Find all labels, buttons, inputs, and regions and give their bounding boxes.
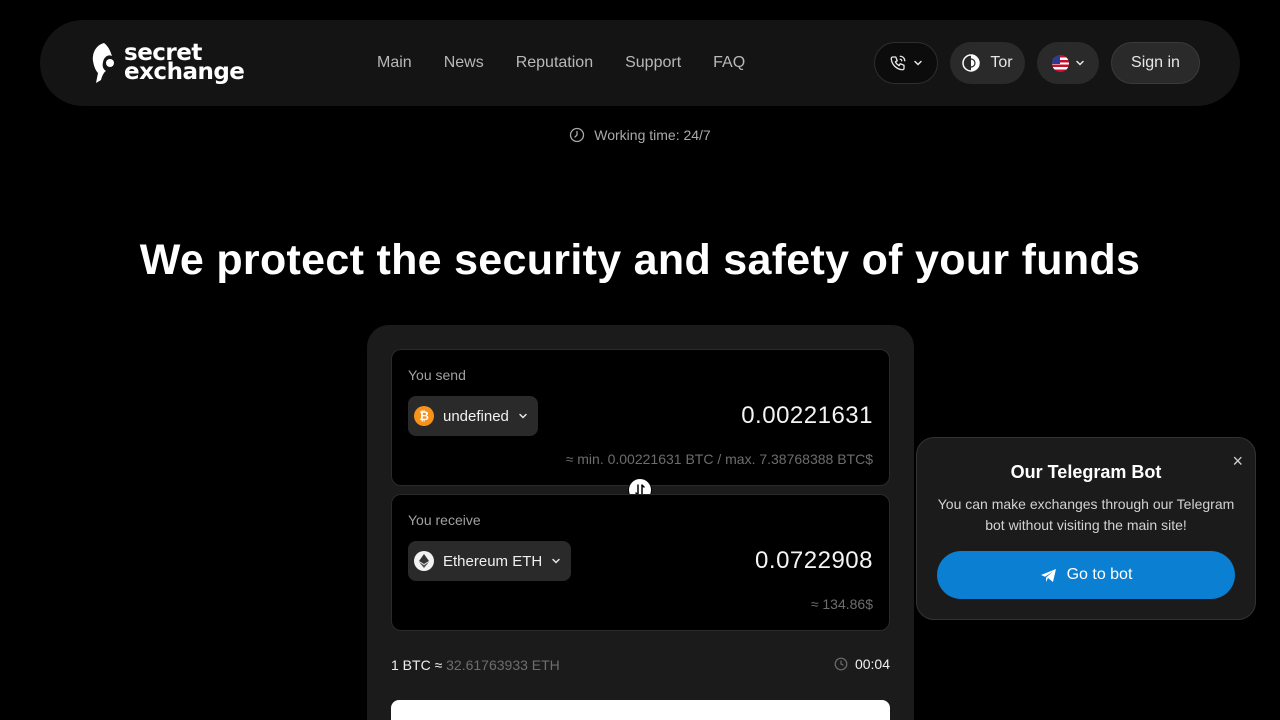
receive-label: You receive	[408, 512, 481, 528]
clock-icon	[834, 657, 848, 671]
send-amount-input[interactable]: 0.00221631	[741, 402, 873, 430]
working-time-text: Working time: 24/7	[594, 127, 711, 143]
nav-item-main[interactable]: Main	[377, 54, 412, 72]
telegram-bot-popup: × Our Telegram Bot You can make exchange…	[916, 437, 1256, 620]
nav-item-support[interactable]: Support	[625, 54, 681, 72]
site-header: secret exchange Main News Reputation Sup…	[40, 20, 1240, 106]
receive-coin-label: Ethereum ETH	[443, 552, 543, 570]
exchange-submit-button[interactable]	[391, 700, 890, 720]
ethereum-icon	[414, 551, 434, 571]
receive-usd-value: ≈ 134.86$	[810, 596, 873, 612]
exchange-rate: 1 BTC ≈ 32.61763933 ETH	[391, 657, 560, 673]
rate-timer: 00:04	[834, 656, 890, 672]
phone-icon	[890, 55, 906, 71]
contact-dropdown-button[interactable]	[874, 42, 938, 84]
go-to-bot-label: Go to bot	[1066, 566, 1133, 583]
sign-in-button[interactable]: Sign in	[1111, 42, 1200, 84]
send-panel: You send ₿ undefined 0.00221631 ≈ min. 0…	[391, 349, 890, 486]
exchange-form: You send ₿ undefined 0.00221631 ≈ min. 0…	[367, 325, 914, 720]
us-flag-icon	[1051, 54, 1069, 72]
telegram-popup-title: Our Telegram Bot	[1010, 462, 1162, 482]
rate-base: 1 BTC ≈	[391, 657, 443, 673]
tor-label: Tor	[990, 54, 1013, 71]
working-time: Working time: 24/7	[0, 127, 1280, 143]
receive-coin-select[interactable]: Ethereum ETH	[408, 541, 572, 581]
chevron-down-icon	[1075, 60, 1084, 66]
clock-icon	[570, 127, 585, 143]
hooded-figure-icon	[92, 43, 114, 83]
send-limits: ≈ min. 0.00221631 BTC / max. 7.38768388 …	[565, 451, 873, 467]
nav-item-faq[interactable]: FAQ	[713, 54, 745, 72]
tor-onion-icon	[962, 54, 981, 72]
chevron-down-icon	[552, 558, 560, 564]
telegram-popup-text: You can make exchanges through our Teleg…	[937, 496, 1235, 533]
chevron-down-icon	[914, 60, 922, 66]
main-nav: Main News Reputation Support FAQ	[377, 20, 745, 106]
bitcoin-icon: ₿	[414, 406, 434, 426]
telegram-plane-icon	[1040, 568, 1056, 582]
go-to-bot-button[interactable]: Go to bot	[937, 551, 1235, 599]
receive-amount: 0.0722908	[755, 547, 873, 574]
brand-logo[interactable]: secret exchange	[90, 41, 270, 85]
nav-item-news[interactable]: News	[444, 54, 484, 72]
send-label: You send	[408, 367, 466, 383]
language-dropdown-button[interactable]	[1037, 42, 1099, 84]
send-coin-select[interactable]: ₿ undefined	[408, 396, 538, 436]
send-coin-label: undefined	[443, 407, 509, 425]
brand-line-2: exchange	[124, 59, 245, 85]
timer-value: 00:04	[854, 656, 890, 672]
nav-item-reputation[interactable]: Reputation	[516, 54, 593, 72]
chevron-down-icon	[519, 413, 527, 419]
tor-button[interactable]: Tor	[950, 42, 1025, 84]
receive-panel: You receive Ethereum ETH 0.0722908 ≈ 134…	[391, 494, 890, 631]
rate-value: 32.61763933 ETH	[446, 657, 560, 673]
hero-title: We protect the security and safety of yo…	[139, 236, 1141, 284]
brand-name: secret exchange	[124, 42, 245, 85]
